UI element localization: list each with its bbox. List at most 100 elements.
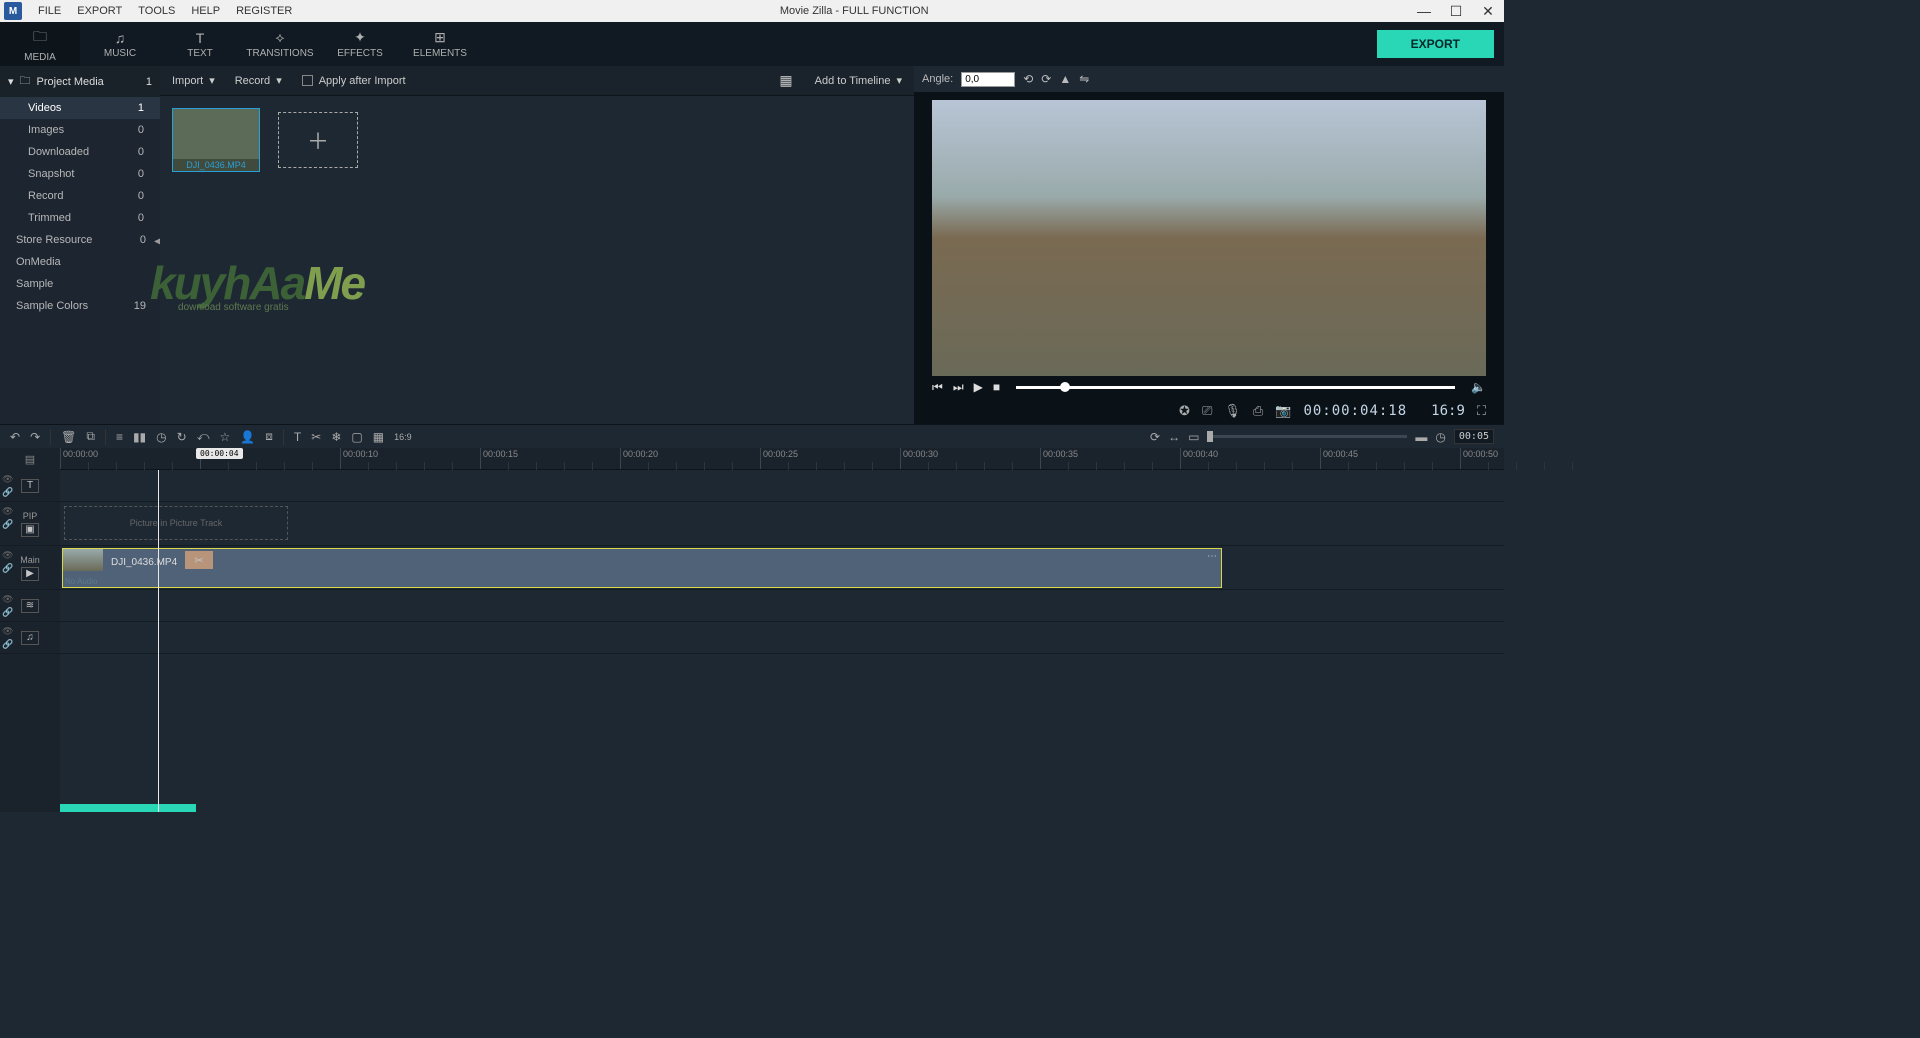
seek-knob[interactable] — [1060, 382, 1070, 392]
timeline-clip[interactable]: DJI_0436.MP4 ✂ ⋯ No Audio — [62, 548, 1222, 588]
track-header-audio2[interactable]: 👁🔗♫ — [0, 622, 60, 654]
sidebar-sample[interactable]: Sample — [0, 273, 160, 295]
sidebar-item-trimmed[interactable]: Trimmed0 — [0, 207, 160, 229]
next-frame-button[interactable]: ⏭ — [953, 380, 964, 395]
track-header-text[interactable]: 👁🔗T — [0, 470, 60, 502]
record-button[interactable]: Record ▾ — [235, 74, 282, 87]
star-icon[interactable]: ☆ — [220, 430, 231, 444]
playhead-line[interactable] — [158, 470, 159, 812]
eye-icon[interactable]: 👁 — [2, 550, 13, 561]
flip-horizontal-icon[interactable]: ⇋ — [1079, 72, 1089, 86]
menu-tools[interactable]: TOOLS — [130, 5, 183, 17]
timeline-ruler[interactable]: 00:00:04 00:00:0000:00:0500:00:1000:00:1… — [60, 448, 1504, 470]
sidebar-header[interactable]: ▾ 🗀 Project Media 1 — [0, 66, 160, 97]
zoom-knob[interactable] — [1207, 431, 1213, 442]
track-audio2[interactable] — [60, 622, 1504, 654]
eye-icon[interactable]: 👁 — [2, 594, 13, 605]
copy-icon[interactable]: ⧉ — [86, 429, 95, 444]
sidebar-sample-colors[interactable]: Sample Colors19 — [0, 295, 160, 317]
prev-frame-button[interactable]: ⏮ — [932, 380, 943, 395]
sidebar-store-resource[interactable]: Store Resource0 — [0, 229, 160, 251]
sidebar-item-downloaded[interactable]: Downloaded0 — [0, 141, 160, 163]
track-pip[interactable]: Picture in Picture Track — [60, 502, 1504, 546]
sidebar-item-record[interactable]: Record0 — [0, 185, 160, 207]
stop-button[interactable]: ■ — [993, 380, 1000, 394]
import-button[interactable]: Import ▾ — [172, 74, 215, 87]
tab-media[interactable]: 🗀MEDIA — [0, 22, 80, 66]
link-icon[interactable]: 🔗 — [2, 519, 13, 530]
media-thumbnail[interactable]: DJI_0436.MP4 — [172, 108, 260, 172]
rotate-left-icon[interactable]: ⟲ — [1023, 72, 1033, 86]
clock-icon[interactable]: ◷ — [156, 430, 166, 444]
sidebar-item-snapshot[interactable]: Snapshot0 — [0, 163, 160, 185]
apply-after-import-checkbox[interactable]: Apply after Import — [302, 75, 406, 87]
film-icon[interactable]: ▦ — [373, 430, 384, 444]
sidebar-item-images[interactable]: Images0 — [0, 119, 160, 141]
rotate-icon[interactable]: ↻ — [177, 430, 187, 444]
zoom-in-icon[interactable]: ▬ — [1415, 430, 1427, 444]
close-button[interactable]: ✕ — [1472, 0, 1504, 22]
track-text[interactable] — [60, 470, 1504, 502]
menu-help[interactable]: HELP — [183, 5, 228, 17]
camera-icon[interactable]: ⎙ — [1253, 403, 1263, 419]
crop-icon[interactable]: ▢ — [351, 430, 362, 444]
sync-icon[interactable]: ⟳ — [1150, 430, 1160, 444]
link-icon[interactable]: 🔗 — [2, 563, 13, 574]
maximize-button[interactable]: ☐ — [1440, 0, 1472, 22]
menu-export[interactable]: EXPORT — [69, 5, 130, 17]
undo-icon[interactable]: ↶ — [10, 430, 20, 444]
delete-icon[interactable]: 🗑 — [61, 430, 76, 444]
pip-placeholder[interactable]: Picture in Picture Track — [64, 506, 288, 540]
scissors-icon[interactable]: ✂ — [311, 430, 321, 444]
tab-music[interactable]: ♫MUSIC — [80, 22, 160, 66]
sidebar-onmedia[interactable]: OnMedia — [0, 251, 160, 273]
clip-menu-icon[interactable]: ⋯ — [1207, 551, 1217, 562]
zoom-slider[interactable] — [1207, 435, 1407, 438]
snowflake-icon[interactable]: ❄ — [331, 430, 341, 444]
eye-icon[interactable]: 👁 — [2, 506, 13, 517]
tab-elements[interactable]: ⊞ELEMENTS — [400, 22, 480, 66]
crop2-icon[interactable]: ⧈ — [265, 429, 273, 444]
zoom-timecode[interactable]: 00:05 — [1454, 429, 1494, 444]
track-header-audio1[interactable]: 👁🔗≋ — [0, 590, 60, 622]
menu-file[interactable]: FILE — [30, 5, 69, 17]
flip-vertical-icon[interactable]: ▲ — [1059, 72, 1071, 86]
fit-icon[interactable]: ↔ — [1168, 430, 1180, 444]
eye-icon[interactable]: 👁 — [2, 474, 13, 485]
record-icon[interactable]: ⎚ — [1202, 403, 1212, 419]
person-icon[interactable]: 👤 — [240, 430, 255, 444]
clock2-icon[interactable]: ◷ — [1435, 430, 1445, 444]
rotate-right-icon[interactable]: ⟳ — [1041, 72, 1051, 86]
redo-icon[interactable]: ↷ — [30, 430, 40, 444]
eye-icon[interactable]: 👁 — [2, 626, 13, 637]
fullscreen-icon[interactable]: ⛶ — [1477, 403, 1486, 419]
track-audio1[interactable] — [60, 590, 1504, 622]
play-button[interactable]: ▶ — [974, 380, 983, 394]
menu-register[interactable]: REGISTER — [228, 5, 300, 17]
reverse-icon[interactable]: ⤺ — [197, 429, 210, 444]
add-to-timeline-button[interactable]: Add to Timeline ▾ — [815, 74, 902, 87]
angle-input[interactable] — [961, 72, 1015, 87]
snapshot-icon[interactable]: 📷 — [1275, 403, 1291, 419]
track-header-pip[interactable]: 👁🔗PIP▣ — [0, 502, 60, 546]
track-main[interactable]: DJI_0436.MP4 ✂ ⋯ No Audio — [60, 546, 1504, 590]
columns-icon[interactable]: ▮▮ — [133, 430, 146, 444]
list-icon[interactable]: ≡ — [116, 430, 123, 444]
text-tool-icon[interactable]: T — [294, 430, 301, 444]
link-icon[interactable]: 🔗 — [2, 607, 13, 618]
mic-icon[interactable]: 🎙 — [1224, 403, 1241, 419]
zoom-out-icon[interactable]: ▭ — [1188, 430, 1199, 444]
ratio-label[interactable]: 16:9 — [394, 432, 412, 442]
tab-text[interactable]: TTEXT — [160, 22, 240, 66]
timeline-tracks[interactable]: Picture in Picture Track DJI_0436.MP4 ✂ … — [60, 470, 1504, 812]
compass-icon[interactable]: ✪ — [1179, 403, 1190, 419]
export-button[interactable]: EXPORT — [1377, 30, 1494, 58]
link-icon[interactable]: 🔗 — [2, 639, 13, 650]
clip-cut-icon[interactable]: ✂ — [185, 551, 213, 569]
preview-video[interactable] — [932, 100, 1486, 376]
minimize-button[interactable]: — — [1408, 0, 1440, 22]
playhead-flag[interactable]: 00:00:04 — [196, 448, 243, 459]
add-media-button[interactable]: ＋ — [278, 112, 358, 168]
seek-bar[interactable] — [1016, 386, 1455, 389]
timeline-scrollbar[interactable] — [60, 804, 196, 812]
